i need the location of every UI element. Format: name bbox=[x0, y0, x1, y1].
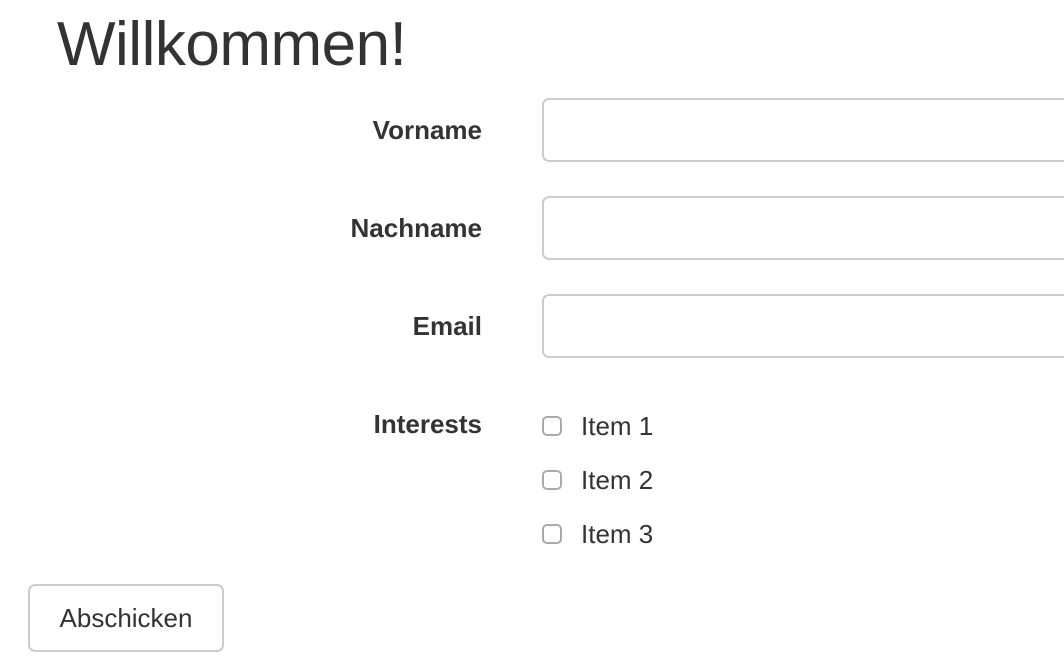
email-label: Email bbox=[412, 311, 482, 341]
page-title: Willkommen! bbox=[57, 10, 407, 79]
checkbox-label-3: Item 3 bbox=[581, 518, 654, 549]
first-name-field[interactable] bbox=[542, 98, 1064, 162]
last-name-field[interactable] bbox=[542, 196, 1064, 260]
interest-checkbox-item-3[interactable]: Item 3 bbox=[542, 519, 653, 549]
checkbox-label-2: Item 2 bbox=[581, 464, 654, 495]
interest-checkbox-item-1[interactable]: Item 1 bbox=[542, 411, 653, 441]
email-field[interactable] bbox=[542, 294, 1064, 358]
checkbox-1[interactable] bbox=[542, 416, 562, 436]
checkbox-label-1: Item 1 bbox=[581, 410, 654, 441]
submit-button[interactable]: Abschicken bbox=[28, 584, 224, 652]
interest-checkbox-item-2[interactable]: Item 2 bbox=[542, 465, 653, 495]
first-name-label: Vorname bbox=[372, 115, 482, 145]
checkbox-2[interactable] bbox=[542, 470, 562, 490]
last-name-label: Nachname bbox=[350, 213, 483, 243]
checkbox-3[interactable] bbox=[542, 524, 562, 544]
interests-label: Interests bbox=[373, 409, 482, 439]
